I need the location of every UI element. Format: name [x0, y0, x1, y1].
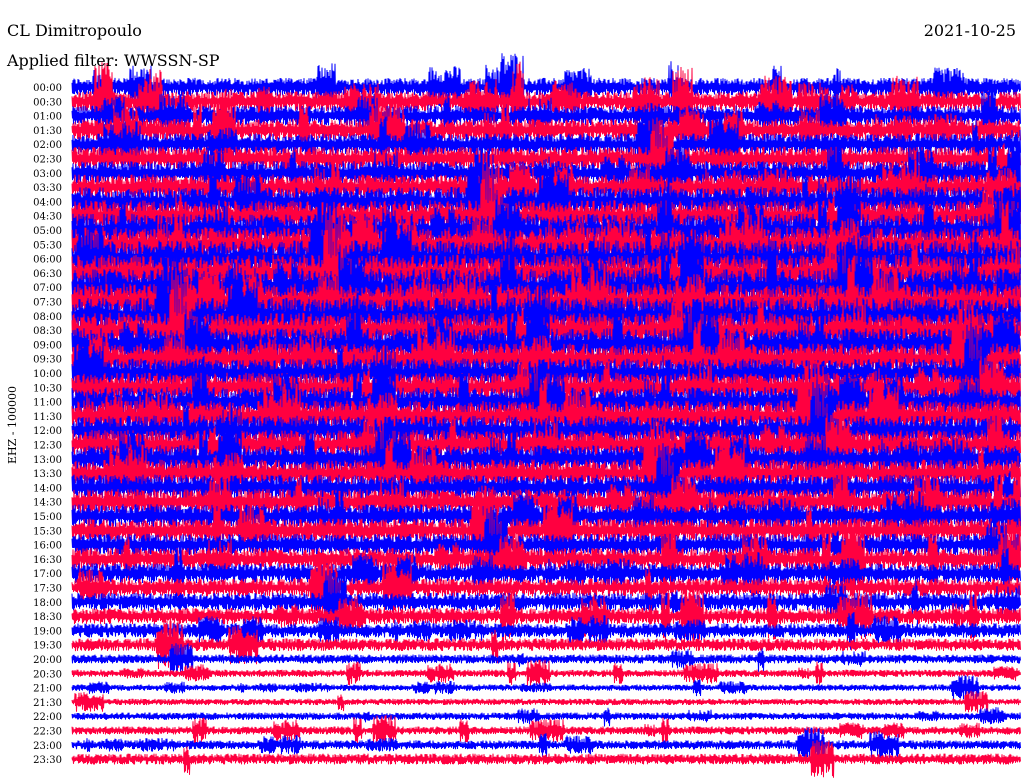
- hour-label: 17:30: [33, 584, 62, 595]
- hour-label: 21:30: [33, 698, 62, 709]
- hour-label: 01:30: [33, 126, 62, 137]
- hour-label: 17:00: [33, 569, 62, 580]
- hour-label: 07:00: [33, 283, 62, 294]
- channel-label: EHZ - 100000: [6, 386, 19, 464]
- hour-label: 22:30: [33, 727, 62, 738]
- hour-label: 08:00: [33, 312, 62, 323]
- hour-label: 12:00: [33, 426, 62, 437]
- hour-label: 18:30: [33, 612, 62, 623]
- station-title: CL Dimitropoulo: [7, 21, 142, 40]
- hour-label: 08:30: [33, 326, 62, 337]
- hour-label: 10:30: [33, 383, 62, 394]
- filter-label: Applied filter: WWSSN-SP: [7, 51, 220, 70]
- hour-label: 04:30: [33, 212, 62, 223]
- hour-label: 14:30: [33, 498, 62, 509]
- hour-label: 00:00: [33, 83, 62, 94]
- hour-label: 09:30: [33, 355, 62, 366]
- hour-label: 15:30: [33, 526, 62, 537]
- hour-label: 02:00: [33, 140, 62, 151]
- hour-label: 15:00: [33, 512, 62, 523]
- hour-label: 19:00: [33, 626, 62, 637]
- hour-label: 12:30: [33, 441, 62, 452]
- hour-label: 09:00: [33, 340, 62, 351]
- hour-label: 07:30: [33, 298, 62, 309]
- hour-label-group: 00:00 00:30 01:00 01:30 02:00 02:30 03:00 03:30…: [33, 83, 62, 766]
- hour-label: 21:00: [33, 684, 62, 695]
- hour-label: 03:00: [33, 169, 62, 180]
- hour-label: 22:00: [33, 712, 62, 723]
- hour-label: 04:00: [33, 197, 62, 208]
- trace-row: [71, 690, 1021, 713]
- hour-label: 14:00: [33, 483, 62, 494]
- hour-label: 10:00: [33, 369, 62, 380]
- hour-label: 03:30: [33, 183, 62, 194]
- hour-label: 13:00: [33, 455, 62, 466]
- trace-row: [71, 675, 1021, 700]
- trace-group: [71, 53, 1021, 778]
- trace-row: [71, 659, 1021, 688]
- hour-label: 05:00: [33, 226, 62, 237]
- helicorder-plot: 00:00 00:30 01:00 01:30 02:00 02:30 03:00 03:30…: [6, 53, 1021, 778]
- hour-label: 11:00: [33, 398, 62, 409]
- date-label: 2021-10-25: [923, 21, 1016, 40]
- hour-label: 06:00: [33, 255, 62, 266]
- hour-label: 11:30: [33, 412, 62, 423]
- hour-label: 23:00: [33, 741, 62, 752]
- hour-label: 20:00: [33, 655, 62, 666]
- hour-label: 02:30: [33, 155, 62, 166]
- hour-label: 06:30: [33, 269, 62, 280]
- hour-label: 20:30: [33, 669, 62, 680]
- hour-label: 00:30: [33, 97, 62, 108]
- hour-label: 19:30: [33, 641, 62, 652]
- hour-label: 23:30: [33, 755, 62, 766]
- hour-label: 18:00: [33, 598, 62, 609]
- hour-label: 16:30: [33, 555, 62, 566]
- hour-label: 16:00: [33, 541, 62, 552]
- hour-label: 13:30: [33, 469, 62, 480]
- hour-label: 05:30: [33, 240, 62, 251]
- hour-label: 01:00: [33, 112, 62, 123]
